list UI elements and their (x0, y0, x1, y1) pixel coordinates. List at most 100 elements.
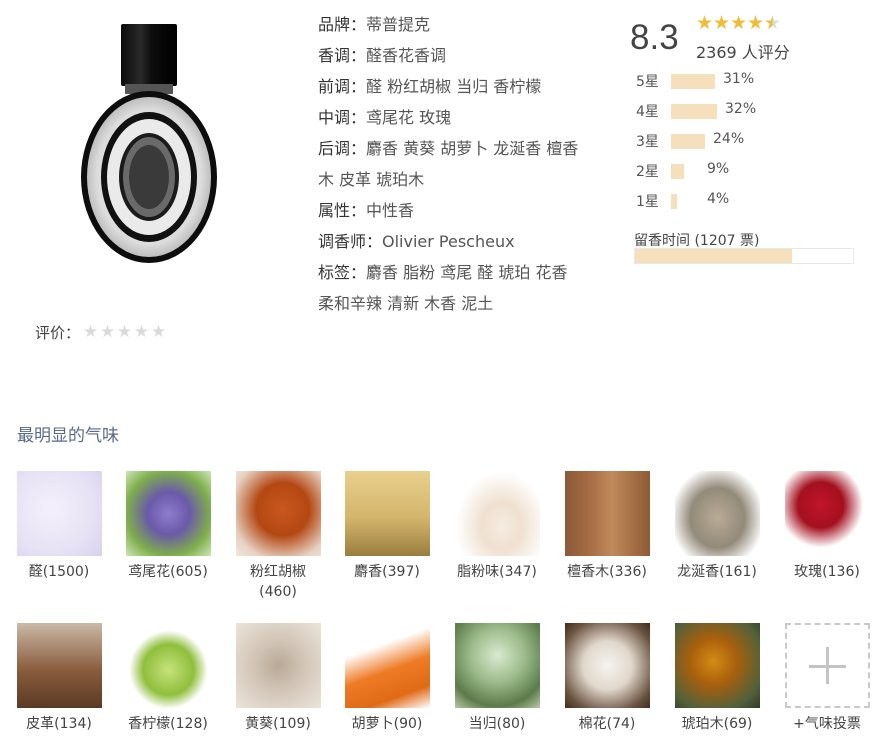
iris-image[interactable] (125, 471, 211, 556)
note-caption[interactable]: 黄葵(109) (227, 714, 329, 734)
note-caption[interactable]: 粉红胡椒 (460) (227, 562, 329, 602)
perfume-bottle-icon (81, 24, 217, 263)
user-rating: 评价： ★ ★ ★ ★ ★ (35, 322, 167, 343)
star-icon[interactable]: ★ (99, 324, 116, 341)
note-count: (1500) (42, 564, 90, 580)
distribution-label: 4星 (636, 104, 659, 120)
longevity-bar[interactable] (634, 248, 854, 264)
note-name: 脂粉味 (457, 564, 500, 580)
note-count: (69) (723, 716, 753, 732)
longevity-label: 留香时间 (1207 票) (634, 233, 760, 249)
note-count: (74) (606, 716, 636, 732)
info-row-gender: 属性：中性香 (318, 201, 415, 220)
distribution-percent: 9% (707, 161, 730, 177)
note-caption[interactable]: 檀香木(336) (556, 562, 658, 582)
note-caption[interactable]: 玫瑰(136) (776, 562, 878, 582)
note-item[interactable]: 粉红胡椒 (460) (227, 471, 329, 602)
note-caption[interactable]: 胡萝卜(90) (336, 714, 438, 734)
note-label: 胡萝卜(90) (336, 714, 438, 734)
rose-image[interactable] (784, 471, 870, 556)
note-caption[interactable]: 香柠檬(128) (117, 714, 219, 734)
note-label: 黄葵(109) (227, 714, 329, 734)
amberwood-image[interactable] (674, 623, 760, 708)
note-item[interactable]: 黄葵(109) (227, 623, 329, 734)
product-image (78, 22, 220, 266)
distribution-label: 3星 (636, 134, 659, 150)
note-name: 琥珀木 (681, 716, 724, 732)
rating-label: 评价： (35, 324, 81, 342)
note-label: 麝香(397) (336, 562, 438, 582)
info-row-base-notes: 后调：麝香 黄葵 胡萝卜 龙涎香 檀香 (318, 139, 579, 158)
note-item[interactable]: 棉花(74) (556, 623, 658, 734)
sandal-image[interactable] (564, 471, 650, 556)
star-icon[interactable]: ★ (133, 324, 150, 341)
note-caption[interactable]: 麝香(397) (336, 562, 438, 582)
plus-icon[interactable] (784, 623, 870, 708)
distribution-row: 3星 24% (636, 128, 836, 158)
note-caption[interactable]: 鸢尾花(605) (117, 562, 219, 582)
note-count: (460) (259, 584, 297, 600)
note-count: (128) (170, 716, 208, 732)
add-vote-label[interactable]: +气味投票 (776, 714, 878, 734)
note-item[interactable]: 当归(80) (446, 623, 548, 734)
note-name: 龙涎香 (677, 564, 720, 580)
cotton-image[interactable] (564, 623, 650, 708)
distribution-row: 5星 31% (636, 68, 836, 98)
note-caption[interactable]: 琥珀木(69) (666, 714, 768, 734)
star-icon[interactable]: ★ (116, 324, 133, 341)
info-row-perfumer: 调香师：Olivier Pescheux (318, 232, 515, 251)
note-item[interactable]: 胡萝卜(90) (336, 623, 438, 734)
note-name: 黄葵 (245, 716, 274, 732)
distribution-bar (671, 194, 677, 209)
note-item[interactable]: 皮革(134) (8, 623, 110, 734)
note-caption[interactable]: 脂粉味(347) (446, 562, 548, 582)
note-caption[interactable]: 醛(1500) (8, 562, 110, 582)
carrot-image[interactable] (344, 623, 430, 708)
pepper-image[interactable] (235, 471, 321, 556)
note-name: 鸢尾花 (128, 564, 171, 580)
amber-image[interactable] (674, 471, 760, 556)
note-item[interactable]: 鸢尾花(605) (117, 471, 219, 582)
angelica-image[interactable] (454, 623, 540, 708)
note-label: 玫瑰(136) (776, 562, 878, 582)
note-item[interactable]: 檀香木(336) (556, 471, 658, 582)
info-row-family: 香调：醛香花香调 (318, 46, 447, 65)
lime-image[interactable] (125, 623, 211, 708)
score-stars: ★ ★ ★ ★ ★ (696, 12, 781, 34)
star-icon[interactable]: ★ (82, 324, 99, 341)
note-name: 皮革 (26, 716, 55, 732)
add-note-vote[interactable]: +气味投票 (776, 623, 878, 734)
info-row-tags: 标签：麝香 脂粉 鸢尾 醛 琥珀 花香 (318, 263, 568, 282)
star-icon[interactable]: ★ (150, 324, 167, 341)
note-caption[interactable]: 棉花(74) (556, 714, 658, 734)
powder-image[interactable] (454, 471, 540, 556)
distribution-bar (671, 164, 684, 179)
note-label: 棉花(74) (556, 714, 658, 734)
note-caption[interactable]: 龙涎香(161) (666, 562, 768, 582)
note-count: (397) (382, 564, 420, 580)
note-name: 棉花 (578, 716, 607, 732)
note-name: 醛 (28, 564, 43, 580)
note-count: (336) (609, 564, 647, 580)
note-item[interactable]: 龙涎香(161) (666, 471, 768, 582)
note-item[interactable]: 香柠檬(128) (117, 623, 219, 734)
note-caption[interactable]: 皮革(134) (8, 714, 110, 734)
note-item[interactable]: 脂粉味(347) (446, 471, 548, 582)
note-item[interactable]: 麝香(397) (336, 471, 438, 582)
musk-image[interactable] (344, 471, 430, 556)
leather-image[interactable] (16, 623, 102, 708)
note-item[interactable]: 醛(1500) (8, 471, 110, 582)
note-name: 麝香 (354, 564, 383, 580)
longevity-fill (635, 249, 792, 263)
rating-stars[interactable]: ★ ★ ★ ★ ★ (82, 324, 167, 341)
note-caption[interactable]: 当归(80) (446, 714, 548, 734)
star-icon: ★ (713, 12, 731, 34)
distribution-label: 2星 (636, 164, 659, 180)
distribution-bar (671, 104, 717, 119)
ambrette-image[interactable] (235, 623, 321, 708)
note-item[interactable]: 琥珀木(69) (666, 623, 768, 734)
info-row-top-notes: 前调：醛 粉红胡椒 当归 香柠檬 (318, 77, 542, 96)
aldehyde-image[interactable] (16, 471, 102, 556)
note-item[interactable]: 玫瑰(136) (776, 471, 878, 582)
brand-link[interactable]: 蒂普提克 (366, 15, 430, 34)
